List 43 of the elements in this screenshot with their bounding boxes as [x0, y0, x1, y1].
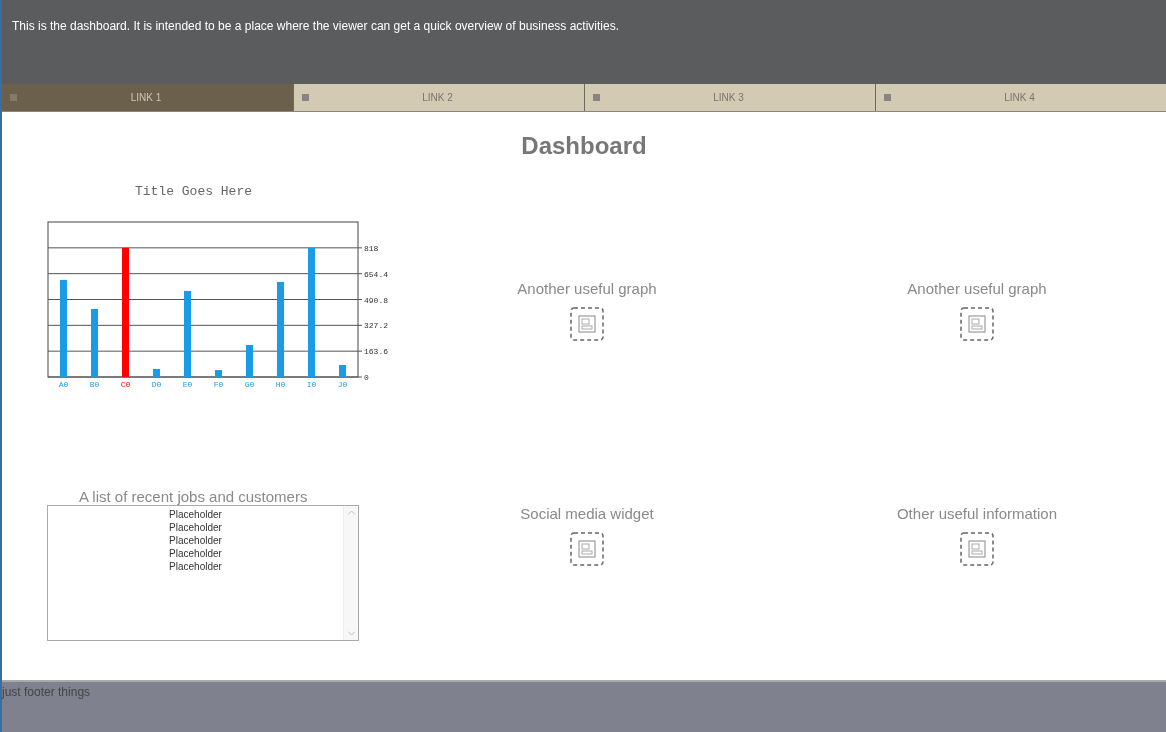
axis-label: D0	[151, 380, 162, 390]
axis-label: 490.8	[364, 295, 388, 305]
bar	[215, 370, 222, 378]
footer-text: just footer things	[2, 685, 91, 700]
scroll-up-icon[interactable]	[347, 510, 355, 516]
widget-title: Social media widget	[520, 504, 654, 522]
broken-image-icon	[570, 306, 604, 341]
bar	[153, 369, 160, 378]
nav-tab[interactable]: LINK 1	[2, 84, 293, 112]
axis-label: H0	[275, 380, 286, 390]
page-title: Dashboard	[521, 132, 647, 161]
axis-label: 654.4	[364, 270, 388, 280]
axis-label: B0	[89, 380, 100, 390]
widget-title: Another useful graph	[907, 279, 1047, 297]
broken-image-icon	[570, 531, 604, 566]
list-item[interactable]: Placeholder	[169, 521, 222, 535]
axis-label: J0	[337, 380, 348, 390]
axis-label: 0	[364, 373, 369, 383]
axis-label: 163.6	[364, 347, 388, 357]
list-item[interactable]: Placeholder	[169, 534, 222, 548]
axis-label: E0	[182, 380, 193, 390]
list-item[interactable]: Placeholder	[169, 508, 222, 522]
list-item[interactable]: Placeholder	[169, 560, 222, 574]
axis-label: 327.2	[364, 321, 388, 331]
chart-title: Title Goes Here	[135, 184, 253, 200]
jobs-list[interactable]: Placeholder Placeholder Placeholder Placeholder Placeholder	[47, 505, 359, 642]
axis-label: C0	[120, 380, 131, 390]
list-title: A list of recent jobs and customers	[79, 488, 308, 506]
bar	[246, 345, 253, 378]
widget-title: Another useful graph	[517, 279, 657, 297]
broken-image-icon	[960, 306, 994, 341]
bar	[339, 365, 346, 378]
scroll-down-icon[interactable]	[347, 631, 355, 637]
header-text: This is the dashboard. It is intended to be a place where the viewer can get a quick overview of business activities.	[12, 19, 619, 33]
axis-label: A0	[58, 380, 69, 390]
axis-label: 818	[364, 244, 379, 254]
axis-label: I0	[306, 380, 317, 390]
list-item[interactable]: Placeholder	[169, 547, 222, 561]
widget-title: Other useful information	[896, 504, 1058, 522]
axis-label: G0	[244, 380, 255, 390]
axis-label: F0	[213, 380, 224, 390]
bar	[91, 309, 98, 378]
broken-image-icon	[960, 531, 994, 566]
